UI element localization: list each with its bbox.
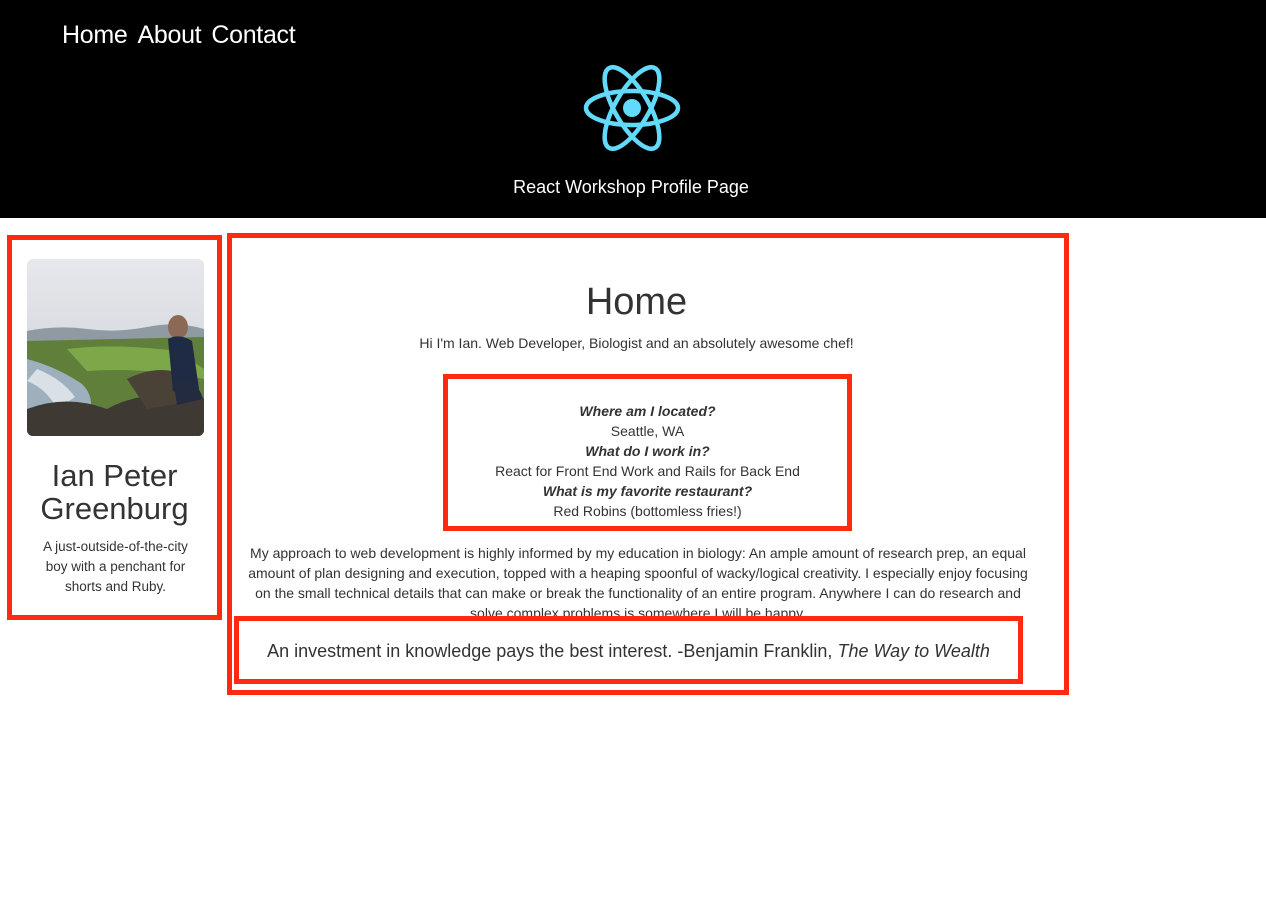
intro-text: Hi I'm Ian. Web Developer, Biologist and… — [419, 335, 854, 351]
nav-home-link[interactable]: Home — [62, 20, 128, 50]
quote-box: An investment in knowledge pays the best… — [234, 616, 1023, 684]
facts-list: Where am I located? Seattle, WA What do … — [448, 401, 847, 521]
landscape-photo-image — [27, 259, 204, 436]
quote-source: The Way to Wealth — [837, 641, 990, 661]
header-title: React Workshop Profile Page — [513, 177, 749, 197]
fact-question: What is my favorite restaurant? — [542, 483, 753, 499]
quote: An investment in knowledge pays the best… — [239, 640, 1018, 662]
approach-paragraph: My approach to web development is highly… — [248, 545, 1028, 621]
profile-photo — [27, 259, 204, 436]
fact-question: What do I work in? — [585, 443, 710, 459]
profile-name: Ian Peter Greenburg — [40, 458, 189, 526]
fact-answer: React for Front End Work and Rails for B… — [495, 463, 800, 479]
fact-answer: Seattle, WA — [610, 423, 685, 439]
page-title: Home — [585, 281, 688, 323]
facts-box: Where am I located? Seattle, WA What do … — [443, 374, 852, 531]
site-header: Home About Contact React Workshop Profil… — [0, 0, 1266, 218]
fact-question: Where am I located? — [579, 403, 716, 419]
quote-text: An investment in knowledge pays the best… — [267, 641, 833, 661]
fact-answer: Red Robins (bottomless fries!) — [553, 503, 742, 519]
profile-card: Ian Peter Greenburg A just-outside-of-th… — [7, 235, 222, 620]
react-atom-icon — [583, 65, 681, 151]
nav-contact-link[interactable]: Contact — [211, 20, 295, 50]
profile-bio: A just-outside-of-the-city boy with a pe… — [43, 539, 188, 594]
main-nav: Home About Contact — [62, 20, 296, 50]
nav-about-link[interactable]: About — [138, 20, 202, 50]
